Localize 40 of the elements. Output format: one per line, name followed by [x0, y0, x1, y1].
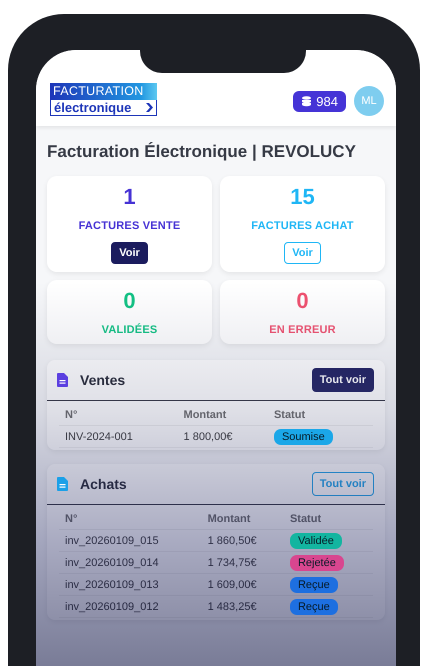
stat-value: 1: [123, 184, 136, 210]
chevron-icon: [146, 103, 153, 112]
column-header: Statut: [268, 405, 373, 426]
see-all-button[interactable]: Tout voir: [312, 368, 374, 392]
stat-label: FACTURES VENTE: [78, 220, 180, 232]
column-header: Montant: [202, 509, 284, 530]
column-header: N°: [59, 405, 178, 426]
status-badge: Rejetée: [290, 554, 344, 570]
view-button[interactable]: Voir: [111, 242, 148, 264]
column-header: Montant: [178, 405, 268, 426]
credits-count: 984: [316, 94, 338, 109]
amount: 1 734,75€: [202, 552, 284, 574]
credits-badge[interactable]: 984: [293, 91, 346, 112]
section-title: Achats: [80, 476, 128, 492]
invoice-number: inv_20260109_013: [59, 574, 202, 596]
status-badge: Reçue: [290, 598, 338, 614]
amount: 1 800,00€: [178, 426, 268, 448]
logo-text: FACTURATION: [50, 83, 157, 100]
invoice-number: inv_20260109_015: [59, 530, 202, 552]
column-header: N°: [59, 509, 202, 530]
coins-icon: [301, 96, 312, 107]
stat-value: 0: [296, 288, 309, 314]
logo-text: électronique: [54, 100, 132, 115]
stat-label: VALIDÉES: [102, 324, 158, 336]
stat-value: 0: [123, 288, 136, 314]
status-badge: Reçue: [290, 576, 338, 592]
page-title: Facturation Électronique | REVOLUCY: [47, 142, 357, 162]
stat-label: EN ERREUR: [269, 324, 336, 336]
invoice-number: INV-2024-001: [59, 426, 178, 448]
stat-label: FACTURES ACHAT: [251, 220, 354, 232]
column-header: Statut: [284, 509, 373, 530]
status-badge: Soumise: [274, 428, 333, 444]
amount: 1 609,00€: [202, 574, 284, 596]
stat-value: 15: [290, 184, 315, 210]
amount: 1 860,50€: [202, 530, 284, 552]
invoice-number: inv_20260109_012: [59, 596, 202, 618]
status-badge: Validée: [290, 532, 342, 548]
invoice-number: inv_20260109_014: [59, 552, 202, 574]
amount: 1 483,25€: [202, 596, 284, 618]
section-title: Ventes: [80, 372, 126, 388]
